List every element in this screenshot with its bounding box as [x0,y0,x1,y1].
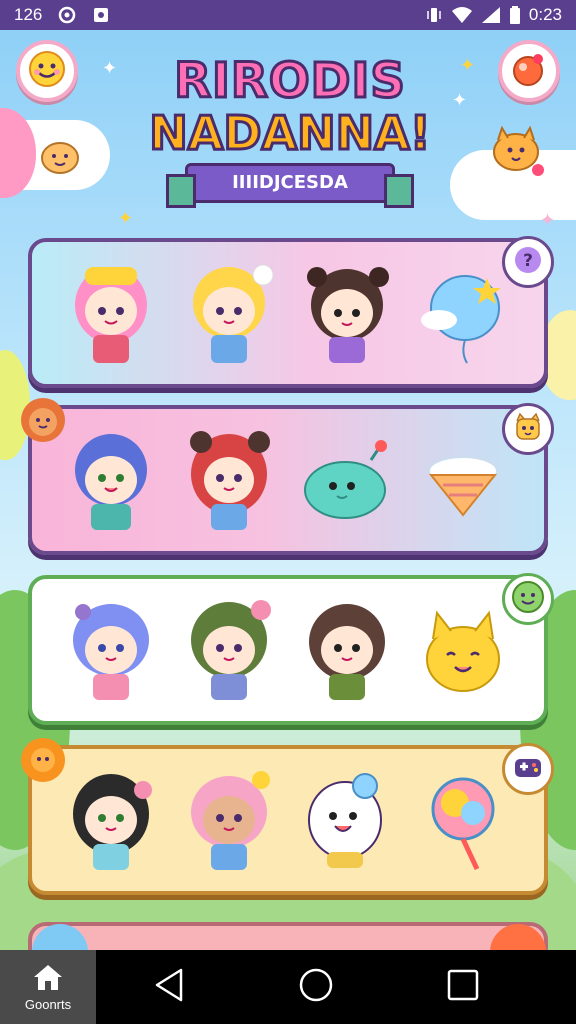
ice-cream-item [428,456,498,517]
pink-hair-girl-character [75,267,147,363]
house-icon [32,963,64,995]
svg-text:?: ? [523,251,533,271]
card-3-badge[interactable] [502,573,554,625]
profile-button[interactable] [16,40,78,102]
cat-face-icon [512,411,544,447]
game-controller-icon [512,751,544,787]
pink-hair-girl-character [191,771,270,870]
brown-hair-girl-character [307,267,389,363]
flying-puppy-icon [41,142,79,174]
card-4-badge[interactable] [502,743,554,795]
red-ball-icon [490,924,546,952]
circle-notification-icon [58,6,76,24]
sparkle-icon: ✦ [118,208,134,229]
status-time: 126 [14,5,43,24]
blue-hair-girl-character [73,604,149,700]
status-clock: 0:23 [528,5,562,24]
sparkle-icon: ✦ [102,58,118,79]
black-hair-girl-character [73,774,152,870]
signal-icon [481,6,501,24]
vibrate-icon [425,6,443,24]
card-1-badge[interactable]: ? [502,236,554,288]
navigation-bar: Goonrts [0,950,576,1024]
blue-balloon-item [421,275,501,364]
card-2-badge[interactable] [502,403,554,455]
wifi-icon [451,6,473,24]
smiley-face-icon [27,49,67,93]
status-bar: 126 0:23 [0,0,576,30]
yellow-cat-creature [426,610,500,692]
sparkle-icon: ✦ [540,210,556,231]
lion-face-icon [21,398,65,442]
teal-whale-character [304,440,387,519]
sparkle-icon: ✦ [460,55,476,76]
home-tab-label: Goonrts [24,996,72,1012]
character-card-3[interactable] [28,573,554,725]
question-mark-icon: ? [513,245,543,279]
red-ball-icon [509,49,549,93]
blonde-girl-character [193,264,274,363]
character-card-2[interactable] [21,398,554,555]
settings-button[interactable] [498,40,560,102]
green-hair-girl-character [191,600,271,700]
home-tab[interactable]: Goonrts [0,950,96,1024]
square-notification-icon [92,6,110,24]
orange-flower-icon [21,738,65,782]
character-card-4[interactable] [21,738,554,895]
game-logo: RIRODIS NADANNA! IIIIDJCESDA [140,53,440,215]
brown-hair-boy-character [309,604,385,700]
white-ghost-character [308,773,382,868]
cotton-candy-item [431,777,495,871]
logo-line1: RIRODIS [173,53,407,109]
logo-line2: NADANNA! [148,106,432,161]
sparkle-icon: ✦ [452,90,468,111]
character-card-1[interactable]: ? [28,236,554,388]
blue-hair-boy-character [75,434,147,530]
battery-icon [509,6,521,24]
flying-cat-icon [493,125,544,176]
recents-square-icon[interactable] [447,969,479,1005]
back-triangle-icon[interactable] [153,968,185,1006]
blue-bubble-icon [32,924,88,952]
home-circle-icon[interactable] [299,968,333,1006]
green-smiley-icon [511,580,545,618]
red-hair-girl-character [190,431,270,530]
logo-ribbon: IIIIDJCESDA [166,163,414,208]
